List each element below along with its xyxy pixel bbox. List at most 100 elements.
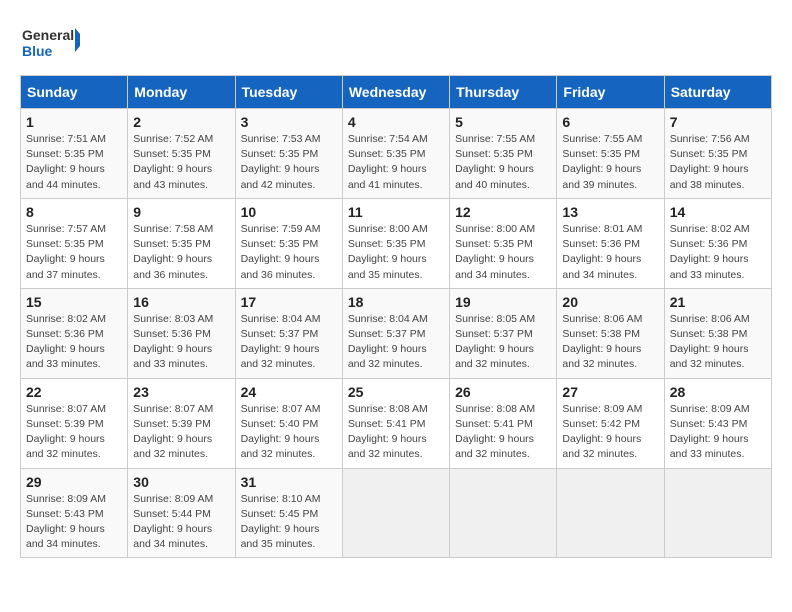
day-info: Sunrise: 8:00 AMSunset: 5:35 PMDaylight:… — [348, 223, 428, 281]
calendar-cell — [664, 468, 771, 558]
day-info: Sunrise: 8:09 AMSunset: 5:43 PMDaylight:… — [26, 493, 106, 551]
day-number: 4 — [348, 114, 444, 130]
weekday-friday: Friday — [557, 76, 664, 109]
day-number: 24 — [241, 384, 337, 400]
day-info: Sunrise: 7:57 AMSunset: 5:35 PMDaylight:… — [26, 223, 106, 281]
calendar-cell: 24Sunrise: 8:07 AMSunset: 5:40 PMDayligh… — [235, 378, 342, 468]
calendar-header: SundayMondayTuesdayWednesdayThursdayFrid… — [21, 76, 772, 109]
calendar-cell: 28Sunrise: 8:09 AMSunset: 5:43 PMDayligh… — [664, 378, 771, 468]
calendar-cell: 17 Sunrise: 8:04 AMSunset: 5:37 PMDayligh… — [235, 288, 342, 378]
calendar-cell: 8Sunrise: 7:57 AMSunset: 5:35 PMDaylight… — [21, 198, 128, 288]
day-number: 6 — [562, 114, 658, 130]
day-number: 9 — [133, 204, 229, 220]
day-info: Sunrise: 8:00 AMSunset: 5:35 PMDaylight:… — [455, 223, 535, 281]
day-info: Sunrise: 8:09 AMSunset: 5:42 PMDaylight:… — [562, 403, 642, 461]
day-number: 10 — [241, 204, 337, 220]
day-number: 11 — [348, 204, 444, 220]
day-number: 27 — [562, 384, 658, 400]
weekday-monday: Monday — [128, 76, 235, 109]
day-number: 26 — [455, 384, 551, 400]
day-number: 28 — [670, 384, 766, 400]
calendar-cell: 23 Sunrise: 8:07 AMSunset: 5:39 PMDayligh… — [128, 378, 235, 468]
calendar-cell — [557, 468, 664, 558]
calendar-table: SundayMondayTuesdayWednesdayThursdayFrid… — [20, 75, 772, 558]
calendar-cell: 15Sunrise: 8:02 AMSunset: 5:36 PMDayligh… — [21, 288, 128, 378]
day-info: Sunrise: 7:54 AMSunset: 5:35 PMDaylight:… — [348, 133, 428, 191]
day-number: 25 — [348, 384, 444, 400]
calendar-cell — [450, 468, 557, 558]
weekday-header-row: SundayMondayTuesdayWednesdayThursdayFrid… — [21, 76, 772, 109]
day-number: 13 — [562, 204, 658, 220]
day-info: Sunrise: 8:07 AMSunset: 5:39 PMDaylight:… — [133, 403, 213, 461]
day-number: 3 — [241, 114, 337, 130]
day-info: Sunrise: 8:03 AMSunset: 5:36 PMDaylight:… — [133, 313, 213, 371]
day-info: Sunrise: 7:52 AMSunset: 5:35 PMDaylight:… — [133, 133, 213, 191]
calendar-cell: 7Sunrise: 7:56 AMSunset: 5:35 PMDaylight… — [664, 109, 771, 199]
weekday-wednesday: Wednesday — [342, 76, 449, 109]
day-info: Sunrise: 8:06 AMSunset: 5:38 PMDaylight:… — [670, 313, 750, 371]
day-info: Sunrise: 8:04 AMSunset: 5:37 PMDaylight:… — [241, 313, 321, 371]
page-header: General Blue — [20, 20, 772, 65]
calendar-cell: 19Sunrise: 8:05 AMSunset: 5:37 PMDayligh… — [450, 288, 557, 378]
weekday-sunday: Sunday — [21, 76, 128, 109]
calendar-cell: 26 Sunrise: 8:08 AMSunset: 5:41 PMDayligh… — [450, 378, 557, 468]
day-info: Sunrise: 8:05 AMSunset: 5:37 PMDaylight:… — [455, 313, 535, 371]
day-info: Sunrise: 8:06 AMSunset: 5:38 PMDaylight:… — [562, 313, 642, 371]
day-info: Sunrise: 8:08 AMSunset: 5:41 PMDaylight:… — [348, 403, 428, 461]
day-info: Sunrise: 7:55 AMSunset: 5:35 PMDaylight:… — [455, 133, 535, 191]
day-number: 18 — [348, 294, 444, 310]
day-number: 1 — [26, 114, 122, 130]
calendar-cell: 13 Sunrise: 8:01 AMSunset: 5:36 PMDayligh… — [557, 198, 664, 288]
calendar-week-4: 22 Sunrise: 8:07 AMSunset: 5:39 PMDayligh… — [21, 378, 772, 468]
day-info: Sunrise: 8:07 AMSunset: 5:39 PMDaylight:… — [26, 403, 106, 461]
calendar-cell: 30 Sunrise: 8:09 AMSunset: 5:44 PMDayligh… — [128, 468, 235, 558]
svg-text:Blue: Blue — [22, 43, 53, 59]
day-number: 30 — [133, 474, 229, 490]
day-number: 17 — [241, 294, 337, 310]
calendar-cell: 3 Sunrise: 7:53 AMSunset: 5:35 PMDaylight… — [235, 109, 342, 199]
day-number: 23 — [133, 384, 229, 400]
weekday-tuesday: Tuesday — [235, 76, 342, 109]
logo-svg: General Blue — [20, 20, 80, 65]
calendar-cell: 25 Sunrise: 8:08 AMSunset: 5:41 PMDayligh… — [342, 378, 449, 468]
day-info: Sunrise: 7:55 AMSunset: 5:35 PMDaylight:… — [562, 133, 642, 191]
calendar-cell: 22 Sunrise: 8:07 AMSunset: 5:39 PMDayligh… — [21, 378, 128, 468]
calendar-cell: 11 Sunrise: 8:00 AMSunset: 5:35 PMDayligh… — [342, 198, 449, 288]
day-number: 15 — [26, 294, 122, 310]
day-info: Sunrise: 8:01 AMSunset: 5:36 PMDaylight:… — [562, 223, 642, 281]
day-number: 7 — [670, 114, 766, 130]
calendar-cell — [342, 468, 449, 558]
day-info: Sunrise: 8:04 AMSunset: 5:37 PMDaylight:… — [348, 313, 428, 371]
calendar-cell: 4 Sunrise: 7:54 AMSunset: 5:35 PMDaylight… — [342, 109, 449, 199]
day-info: Sunrise: 7:58 AMSunset: 5:35 PMDaylight:… — [133, 223, 213, 281]
day-number: 22 — [26, 384, 122, 400]
calendar-week-5: 29 Sunrise: 8:09 AMSunset: 5:43 PMDayligh… — [21, 468, 772, 558]
day-info: Sunrise: 8:08 AMSunset: 5:41 PMDaylight:… — [455, 403, 535, 461]
day-number: 12 — [455, 204, 551, 220]
day-info: Sunrise: 7:51 AMSunset: 5:35 PMDaylight:… — [26, 133, 106, 191]
weekday-saturday: Saturday — [664, 76, 771, 109]
calendar-cell: 29 Sunrise: 8:09 AMSunset: 5:43 PMDayligh… — [21, 468, 128, 558]
day-number: 31 — [241, 474, 337, 490]
calendar-cell: 16 Sunrise: 8:03 AMSunset: 5:36 PMDayligh… — [128, 288, 235, 378]
calendar-week-3: 15Sunrise: 8:02 AMSunset: 5:36 PMDayligh… — [21, 288, 772, 378]
logo: General Blue — [20, 20, 80, 65]
calendar-cell: 1 Sunrise: 7:51 AMSunset: 5:35 PMDaylight… — [21, 109, 128, 199]
calendar-cell: 31 Sunrise: 8:10 AMSunset: 5:45 PMDayligh… — [235, 468, 342, 558]
day-number: 5 — [455, 114, 551, 130]
calendar-cell: 9 Sunrise: 7:58 AMSunset: 5:35 PMDaylight… — [128, 198, 235, 288]
day-number: 14 — [670, 204, 766, 220]
svg-text:General: General — [22, 27, 74, 43]
calendar-cell: 12 Sunrise: 8:00 AMSunset: 5:35 PMDayligh… — [450, 198, 557, 288]
calendar-cell: 18 Sunrise: 8:04 AMSunset: 5:37 PMDayligh… — [342, 288, 449, 378]
day-number: 29 — [26, 474, 122, 490]
day-number: 2 — [133, 114, 229, 130]
calendar-cell: 6 Sunrise: 7:55 AMSunset: 5:35 PMDaylight… — [557, 109, 664, 199]
calendar-cell: 21Sunrise: 8:06 AMSunset: 5:38 PMDayligh… — [664, 288, 771, 378]
day-number: 16 — [133, 294, 229, 310]
calendar-cell: 2 Sunrise: 7:52 AMSunset: 5:35 PMDaylight… — [128, 109, 235, 199]
day-info: Sunrise: 8:10 AMSunset: 5:45 PMDaylight:… — [241, 493, 321, 551]
day-info: Sunrise: 7:53 AMSunset: 5:35 PMDaylight:… — [241, 133, 321, 191]
day-info: Sunrise: 8:09 AMSunset: 5:44 PMDaylight:… — [133, 493, 213, 551]
weekday-thursday: Thursday — [450, 76, 557, 109]
